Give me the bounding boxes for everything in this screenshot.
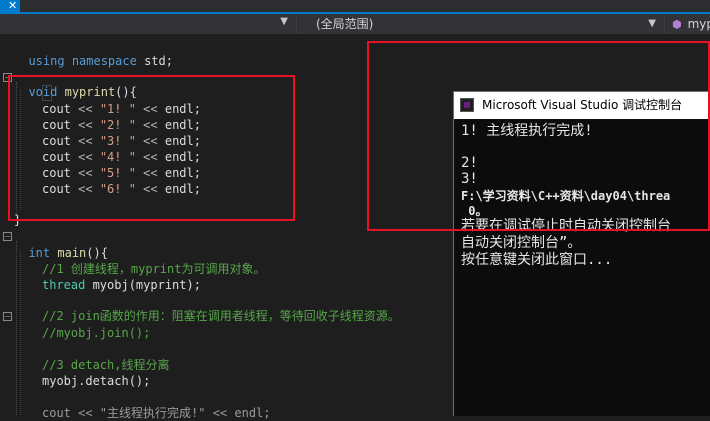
code-line-partial[interactable]: cout << "主线程执行完成!" << endl; — [42, 405, 271, 421]
project-dropdown[interactable]: ▼ — [0, 14, 297, 34]
cube-icon: ⬢ — [672, 18, 682, 31]
fold-toggle-main[interactable]: − — [3, 232, 12, 241]
scope-dropdown[interactable]: (全局范围) ▼ — [298, 14, 665, 34]
fold-guide — [16, 241, 17, 415]
close-icon[interactable]: ✕ — [8, 0, 17, 12]
editor-navigation-bar: ✕ ▼ (全局范围) ▼ ⬢ myp — [0, 0, 710, 34]
chevron-down-icon: ▼ — [280, 16, 288, 27]
member-dropdown-label: myp — [687, 17, 710, 31]
code-line-using[interactable]: using namespace std; — [14, 37, 173, 69]
member-dropdown[interactable]: ⬢ myp — [666, 14, 710, 34]
scope-dropdown-label: (全局范围) — [316, 17, 374, 31]
highlight-box-console-output — [367, 41, 710, 231]
code-line-detach[interactable]: myobj.detach(); — [42, 373, 150, 389]
chevron-down-icon: ▼ — [648, 18, 656, 29]
code-line-main-signature[interactable]: int main(){ — [14, 229, 108, 261]
fold-toggle-comment[interactable]: − — [3, 312, 12, 321]
code-comment[interactable]: //1 创建线程，myprint为可调用对象。 — [42, 261, 265, 277]
highlight-box-myprint — [8, 75, 295, 221]
console-output-line: 按任意键关闭此窗口... — [461, 252, 613, 268]
code-line-thread[interactable]: thread myobj(myprint); — [42, 277, 201, 293]
code-comment[interactable]: //myobj.join(); — [42, 325, 150, 341]
code-comment[interactable]: //2 join函数的作用：阻塞在调用者线程，等待回收子线程资源。 — [42, 308, 400, 324]
console-output-line: 自动关闭控制台”。 — [461, 235, 582, 251]
indent-guide — [20, 250, 21, 415]
code-comment[interactable]: //3 detach,线程分离 — [42, 357, 169, 373]
